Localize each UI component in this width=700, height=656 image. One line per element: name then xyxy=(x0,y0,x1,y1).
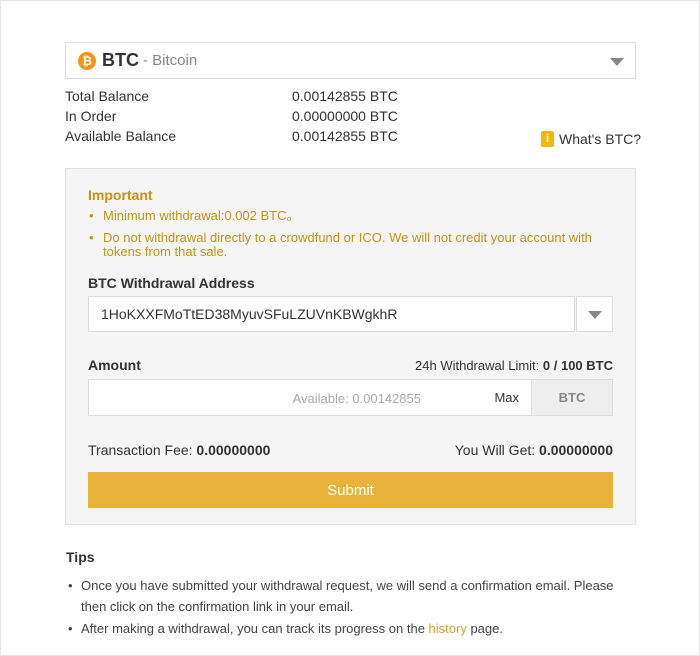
amount-input[interactable]: Available: 0.00142855 Max xyxy=(88,379,531,416)
withdrawal-limit: 24h Withdrawal Limit: 0 / 100 BTC xyxy=(415,358,613,373)
tips-list: Once you have submitted your withdrawal … xyxy=(66,575,636,640)
withdrawal-panel: Important Minimum withdrawal:0.002 BTC。 … xyxy=(65,168,636,525)
balance-label: Available Balance xyxy=(65,128,177,144)
coin-name: - Bitcoin xyxy=(143,52,198,69)
balance-value: 0.00142855 BTC xyxy=(292,88,398,104)
address-input[interactable]: 1HoKXXFMoTtED38MyuvSFuLZUVnKBWgkhR xyxy=(88,296,575,332)
balance-label: In Order xyxy=(65,108,117,124)
you-will-get: You Will Get: 0.00000000 xyxy=(455,442,613,458)
coin-symbol: BTC xyxy=(102,50,139,70)
fee-label: Transaction Fee: xyxy=(88,442,197,458)
tip-text: page. xyxy=(466,621,503,636)
info-book-icon: i xyxy=(541,131,554,147)
whats-btc-link[interactable]: i What's BTC? xyxy=(541,131,641,147)
bitcoin-logo-icon: ₿ xyxy=(78,51,96,70)
submit-button[interactable]: Submit xyxy=(88,472,613,508)
tip-text: After making a withdrawal, you can track… xyxy=(81,621,429,636)
transaction-fee: Transaction Fee: 0.00000000 xyxy=(88,442,270,458)
tips-title: Tips xyxy=(66,549,95,565)
important-item: Do not withdrawal directly to a crowdfun… xyxy=(88,231,608,259)
important-title: Important xyxy=(88,187,153,203)
tip-item: After making a withdrawal, you can track… xyxy=(66,618,636,639)
fee-value: 0.00000000 xyxy=(196,442,271,458)
limit-label: 24h Withdrawal Limit: xyxy=(415,358,543,373)
important-list: Minimum withdrawal:0.002 BTC。 Do not wit… xyxy=(88,209,608,267)
balance-value: 0.00000000 BTC xyxy=(292,108,398,124)
chevron-down-icon[interactable] xyxy=(610,58,624,66)
amount-label: Amount xyxy=(88,357,141,373)
history-link[interactable]: history xyxy=(429,621,467,636)
coin-selector[interactable]: ₿ BTC - Bitcoin xyxy=(65,42,636,79)
receive-value: 0.00000000 xyxy=(539,442,613,458)
max-button[interactable]: Max xyxy=(494,390,519,405)
important-item: Minimum withdrawal:0.002 BTC。 xyxy=(88,209,608,224)
balance-value: 0.00142855 BTC xyxy=(292,128,398,144)
address-dropdown-button[interactable] xyxy=(576,296,613,332)
receive-label: You Will Get: xyxy=(454,442,540,458)
tip-item: Once you have submitted your withdrawal … xyxy=(66,575,636,617)
address-label: BTC Withdrawal Address xyxy=(88,275,255,291)
amount-placeholder: Available: 0.00142855 xyxy=(292,391,421,406)
balance-label: Total Balance xyxy=(65,88,150,104)
limit-value: 0 / 100 BTC xyxy=(542,358,613,373)
chevron-down-icon xyxy=(588,311,602,319)
amount-unit: BTC xyxy=(531,379,613,416)
whats-btc-label: What's BTC? xyxy=(559,131,642,147)
